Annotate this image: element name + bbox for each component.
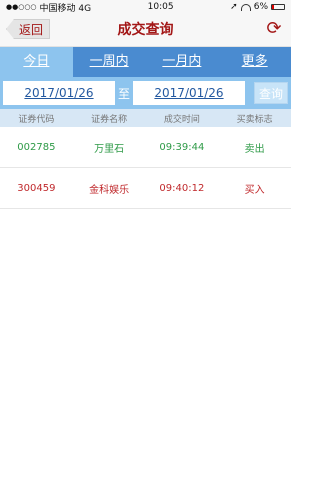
- table-row[interactable]: 002785 万里石 09:39:44 卖出: [0, 127, 291, 168]
- start-date-field[interactable]: 2017/01/26: [3, 81, 115, 105]
- cell-name: 万里石: [94, 143, 125, 155]
- cell-code: 002785: [17, 141, 56, 153]
- query-button[interactable]: 查询: [254, 82, 288, 104]
- end-date-field[interactable]: 2017/01/26: [133, 81, 245, 105]
- status-bar: ●●○○○ 中国移动 4G 10:05 ➚ 6%: [0, 0, 291, 14]
- cell-time: 09:40:12: [159, 182, 205, 194]
- cell-name: 金科娱乐: [89, 184, 130, 196]
- period-tabs: 今日 一周内 一月内 更多: [0, 47, 291, 77]
- status-left: ●●○○○ 中国移动 4G: [6, 1, 91, 14]
- column-header-side: 买卖标志: [236, 114, 273, 125]
- location-icon: ➚: [230, 2, 238, 12]
- refresh-icon[interactable]: ⟳: [265, 20, 283, 38]
- battery-icon: [271, 4, 285, 10]
- tab-today[interactable]: 今日: [0, 47, 73, 77]
- tab-week[interactable]: 一周内: [73, 47, 146, 77]
- navigation-bar: 成交查询 返回 ⟳: [0, 14, 291, 47]
- cell-side: 卖出: [244, 143, 265, 155]
- carrier-label: 中国移动 4G: [39, 3, 92, 14]
- cell-side: 买入: [244, 184, 265, 196]
- battery-percent: 6%: [253, 2, 268, 12]
- status-right: ➚ 6%: [230, 2, 285, 12]
- clock: 10:05: [147, 2, 174, 12]
- wifi-icon: [240, 3, 251, 11]
- signal-icon: ●●○○○: [6, 3, 37, 11]
- table-row[interactable]: 300459 金科娱乐 09:40:12 买入: [0, 168, 291, 209]
- cell-time: 09:39:44: [159, 141, 205, 153]
- table-header: 证券代码 证券名称 成交时间 买卖标志: [0, 109, 291, 127]
- column-header-code: 证券代码: [18, 114, 55, 125]
- date-filter-bar: 2017/01/26 至 2017/01/26 查询: [0, 77, 291, 109]
- back-button[interactable]: 返回: [6, 19, 51, 39]
- tab-month[interactable]: 一月内: [146, 47, 219, 77]
- tab-more[interactable]: 更多: [218, 47, 291, 77]
- column-header-time: 成交时间: [163, 114, 200, 125]
- to-label: 至: [118, 86, 131, 101]
- column-header-name: 证券名称: [91, 114, 128, 125]
- cell-code: 300459: [17, 182, 56, 194]
